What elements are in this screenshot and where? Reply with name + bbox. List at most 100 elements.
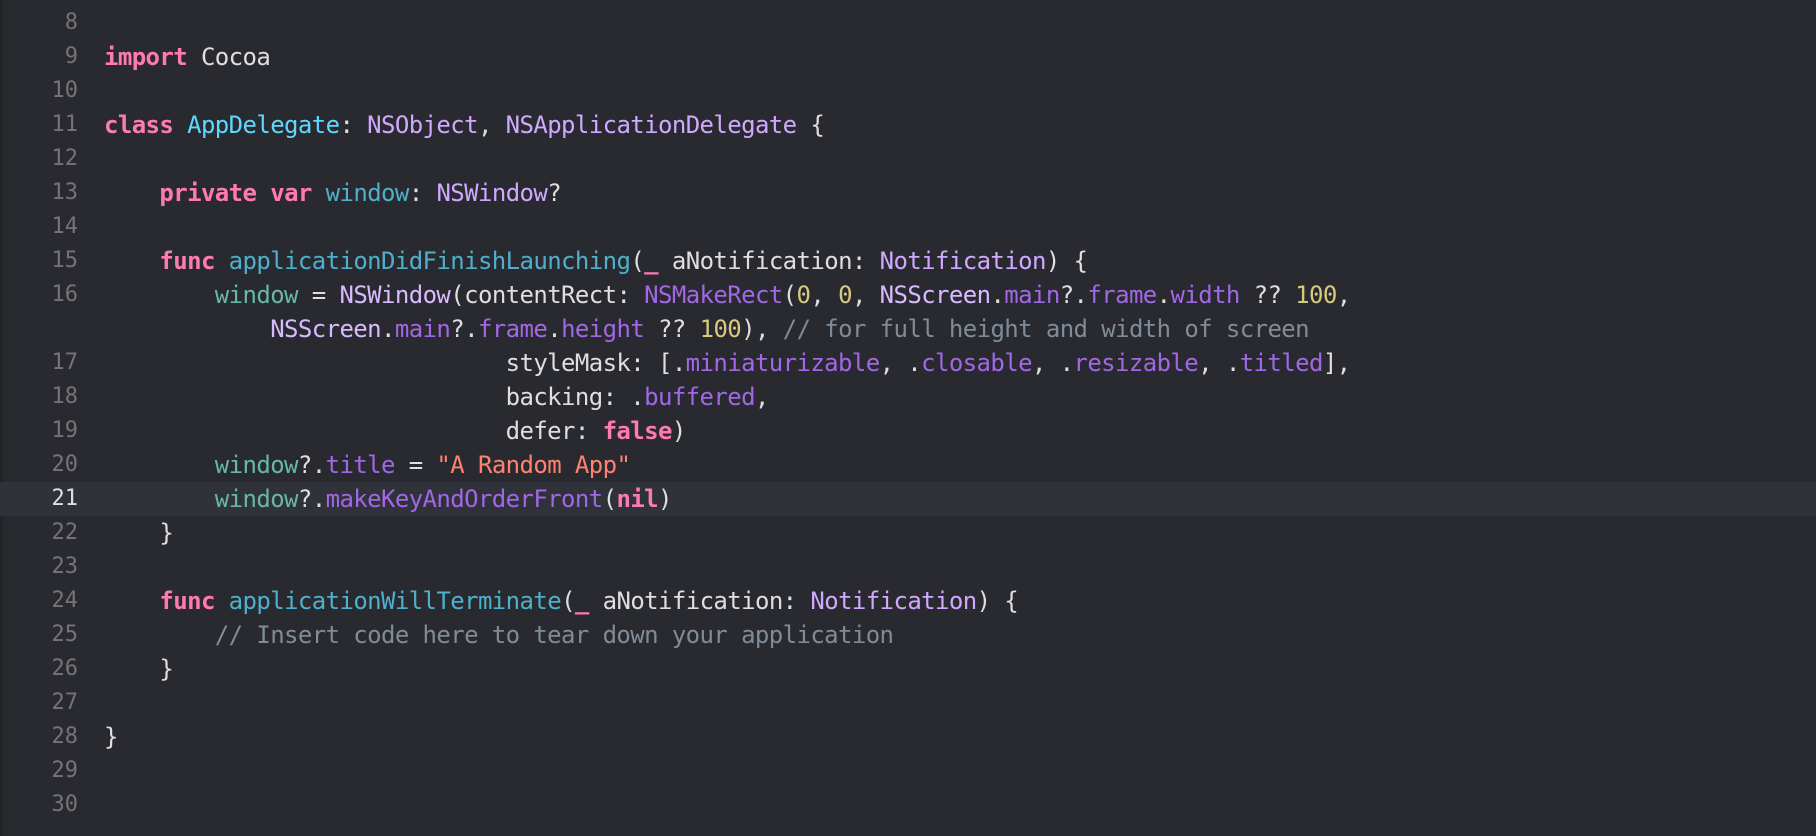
code-token: // for full height and width of screen bbox=[782, 315, 1310, 343]
code-token: ], bbox=[1322, 349, 1351, 377]
code-line[interactable]: 13 private var window: NSWindow? bbox=[0, 176, 1816, 210]
code-line[interactable]: 10 bbox=[0, 74, 1816, 108]
code-token: (contentRect: bbox=[450, 281, 645, 309]
code-token: AppDelegate bbox=[187, 111, 340, 139]
code-token: . bbox=[990, 281, 1005, 309]
line-content[interactable]: func applicationDidFinishLaunching(_ aNo… bbox=[104, 244, 1088, 278]
code-token: NSWindow bbox=[339, 281, 451, 309]
code-token: frame bbox=[477, 315, 548, 343]
code-token: "A Random App" bbox=[436, 451, 631, 479]
code-line[interactable]: 16 window = NSWindow(contentRect: NSMake… bbox=[0, 278, 1816, 312]
code-token: NSScreen bbox=[879, 281, 991, 309]
code-token: , bbox=[851, 281, 880, 309]
code-token: var bbox=[270, 179, 312, 207]
code-token: main bbox=[1004, 281, 1060, 309]
code-line[interactable]: 23 bbox=[0, 550, 1816, 584]
line-number: 17 bbox=[51, 350, 79, 375]
code-line[interactable]: 12 bbox=[0, 142, 1816, 176]
line-number: 9 bbox=[64, 44, 78, 69]
line-number: 22 bbox=[51, 520, 79, 545]
line-content[interactable]: window?.title = "A Random App" bbox=[104, 448, 631, 482]
code-token: closable bbox=[921, 349, 1032, 377]
code-token: , bbox=[1336, 281, 1351, 309]
code-token: // Insert code here to tear down your ap… bbox=[214, 621, 894, 649]
code-token: ) bbox=[658, 485, 672, 513]
code-token: nil bbox=[616, 485, 659, 513]
code-line[interactable]: 15 func applicationDidFinishLaunching(_ … bbox=[0, 244, 1816, 278]
code-token: func bbox=[159, 587, 215, 615]
code-line[interactable]: 17 styleMask: [.miniaturizable, .closabl… bbox=[0, 346, 1816, 380]
line-content[interactable]: import Cocoa bbox=[104, 40, 271, 74]
line-content[interactable]: backing: .buffered, bbox=[104, 380, 770, 414]
current-code-line[interactable]: 21 window?.makeKeyAndOrderFront(nil) bbox=[0, 482, 1816, 516]
line-content[interactable]: } bbox=[104, 652, 173, 686]
line-number: 15 bbox=[51, 248, 79, 273]
code-line[interactable]: 18 backing: .buffered, bbox=[0, 380, 1816, 414]
line-content[interactable]: window?.makeKeyAndOrderFront(nil) bbox=[104, 482, 673, 516]
code-token: height bbox=[561, 315, 645, 343]
code-line[interactable]: 24 func applicationWillTerminate(_ aNoti… bbox=[0, 584, 1816, 618]
code-token: 100 bbox=[699, 315, 742, 343]
code-token: import bbox=[104, 43, 188, 71]
line-content[interactable]: // Insert code here to tear down your ap… bbox=[104, 618, 894, 652]
code-line[interactable]: 25 // Insert code here to tear down your… bbox=[0, 618, 1816, 652]
line-content[interactable]: class AppDelegate: NSObject, NSApplicati… bbox=[104, 108, 825, 142]
code-token: 100 bbox=[1295, 281, 1337, 309]
code-token: 0 bbox=[838, 281, 852, 309]
line-number: 12 bbox=[51, 146, 79, 171]
line-number: 29 bbox=[51, 758, 79, 783]
line-number: 13 bbox=[51, 180, 79, 205]
line-content[interactable]: func applicationWillTerminate(_ aNotific… bbox=[104, 584, 1018, 618]
line-number: 16 bbox=[51, 282, 79, 307]
code-token: _ bbox=[644, 247, 659, 275]
code-line[interactable]: 11 class AppDelegate: NSObject, NSApplica… bbox=[0, 108, 1816, 142]
code-token: false bbox=[602, 417, 673, 445]
code-token: miniaturizable bbox=[685, 349, 880, 377]
code-token: ?? bbox=[644, 315, 700, 343]
code-line[interactable]: 9 import Cocoa bbox=[0, 40, 1816, 74]
code-token: ( bbox=[782, 281, 797, 309]
line-number: 14 bbox=[51, 214, 79, 239]
line-content[interactable]: } bbox=[104, 720, 118, 754]
line-content[interactable]: NSScreen.main?.frame.height ?? 100), // … bbox=[104, 312, 1309, 346]
code-line[interactable]: 28} bbox=[0, 720, 1816, 754]
code-line[interactable]: 29 bbox=[0, 754, 1816, 788]
code-token: Notification bbox=[879, 247, 1047, 275]
line-content[interactable]: private var window: NSWindow? bbox=[104, 176, 561, 210]
code-token: ?. bbox=[297, 485, 326, 513]
code-line[interactable]: 27 bbox=[0, 686, 1816, 720]
line-number: 11 bbox=[51, 112, 79, 137]
line-content[interactable]: defer: false) bbox=[104, 414, 687, 448]
line-content[interactable]: } bbox=[104, 516, 173, 550]
code-token: } bbox=[104, 655, 174, 683]
code-line[interactable]: 22 } bbox=[0, 516, 1816, 550]
code-token: private bbox=[159, 179, 257, 207]
code-line[interactable]: 26 } bbox=[0, 652, 1816, 686]
line-number: 18 bbox=[51, 384, 79, 409]
code-line[interactable]: 19 defer: false) bbox=[0, 414, 1816, 448]
code-area[interactable]: 8 9 import Cocoa 10 11 class AppDelegate: NSO… bbox=[0, 6, 1816, 822]
code-token: } bbox=[104, 723, 118, 751]
line-number: 19 bbox=[51, 418, 79, 443]
code-line[interactable]: 20 window?.title = "A Random App" bbox=[0, 448, 1816, 482]
line-content[interactable]: styleMask: [.miniaturizable, .closable, … bbox=[104, 346, 1351, 380]
code-editor[interactable]: 8 9 import Cocoa 10 11 class AppDelegate: NSO… bbox=[0, 0, 1816, 836]
code-token: , . bbox=[879, 349, 922, 377]
code-line[interactable]: 8 bbox=[0, 6, 1816, 40]
code-token: . bbox=[1156, 281, 1171, 309]
code-token: applicationWillTerminate bbox=[228, 587, 562, 615]
code-token: , bbox=[477, 111, 506, 139]
code-line[interactable]: 14 bbox=[0, 210, 1816, 244]
code-line[interactable]: 30 bbox=[0, 788, 1816, 822]
code-token: class bbox=[104, 111, 174, 139]
code-token: ), bbox=[741, 315, 783, 343]
code-token: NSApplicationDelegate bbox=[505, 111, 797, 139]
code-line[interactable]: NSScreen.main?.frame.height ?? 100), // … bbox=[0, 312, 1816, 346]
line-content[interactable]: window = NSWindow(contentRect: NSMakeRec… bbox=[104, 278, 1351, 312]
